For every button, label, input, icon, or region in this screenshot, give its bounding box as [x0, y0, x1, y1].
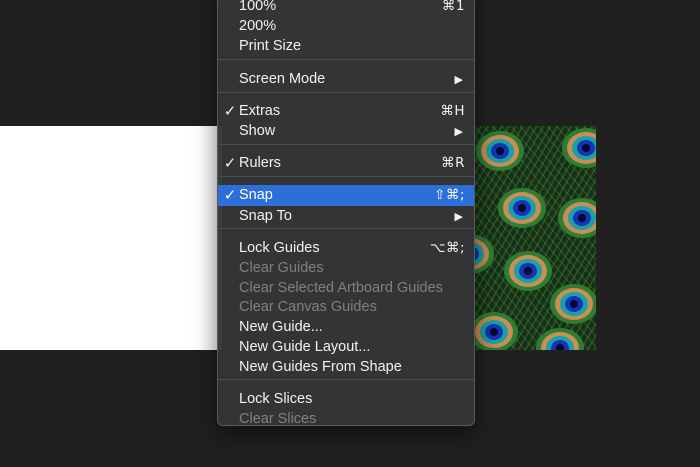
menu-item-snap-to[interactable]: Snap To ▶ [218, 206, 474, 226]
keyboard-shortcut: ⌥⌘; [429, 240, 465, 256]
submenu-arrow-icon: ▶ [454, 125, 463, 138]
menu-separator [218, 228, 474, 229]
feather-eye [518, 204, 526, 212]
menu-item-100[interactable]: 100% ⌘1 [218, 0, 474, 16]
view-menu-dropdown: 100% ⌘1 200% Print Size Screen Mode ▶ ✓ Extras ⌘… [217, 0, 475, 429]
peacock-feathers-image[interactable] [474, 126, 596, 350]
menu-item-label: Rulers [239, 155, 281, 171]
menu-item-label: Snap [239, 187, 273, 203]
menu-item-clear-slices: Clear Slices [218, 409, 474, 429]
menu-item-label: Screen Mode [239, 71, 326, 87]
checkmark-icon: ✓ [223, 102, 237, 120]
menu-item-label: 200% [239, 18, 277, 34]
keyboard-shortcut: ⌘R [441, 155, 465, 171]
menu-item-label: New Guide Layout... [239, 339, 371, 355]
menu-item-label: Print Size [239, 38, 302, 54]
menu-item-new-guide-layout[interactable]: New Guide Layout... [218, 337, 474, 357]
menu-item-label: Clear Slices [239, 411, 317, 427]
feather-eye [570, 300, 578, 308]
menu-item-label: Extras [239, 103, 281, 119]
menu-separator [218, 59, 474, 60]
menu-item-screen-mode[interactable]: Screen Mode ▶ [218, 69, 474, 89]
menu-item-200[interactable]: 200% [218, 16, 474, 36]
menu-item-label: Clear Guides [239, 260, 324, 276]
feather-eye [578, 214, 586, 222]
menu-item-clear-canvas-guides: Clear Canvas Guides [218, 297, 474, 317]
menu-item-clear-guides: Clear Guides [218, 258, 474, 278]
menu-item-print-size[interactable]: Print Size [218, 36, 474, 56]
submenu-arrow-icon: ▶ [454, 210, 463, 223]
menu-item-lock-guides[interactable]: Lock Guides ⌥⌘; [218, 238, 474, 258]
menu-item-label: New Guides From Shape [239, 359, 402, 375]
feather-eye [524, 267, 532, 275]
menu-item-label: Snap To [239, 208, 292, 224]
checkmark-icon: ✓ [223, 154, 237, 172]
menu-item-clear-selected-artboard-guides: Clear Selected Artboard Guides [218, 278, 474, 298]
menu-item-label: New Guide... [239, 319, 323, 335]
menu-item-label: Clear Canvas Guides [239, 299, 377, 315]
menu-item-label: Show [239, 123, 276, 139]
menu-item-new-guide[interactable]: New Guide... [218, 317, 474, 337]
keyboard-shortcut: ⌘H [440, 103, 465, 119]
document-canvas[interactable] [0, 126, 222, 350]
menu-item-snap[interactable]: ✓ Snap ⇧⌘; [218, 185, 474, 206]
menu-item-label: Lock Guides [239, 240, 320, 256]
keyboard-shortcut: ⇧⌘; [434, 187, 465, 203]
menu-item-rulers[interactable]: ✓ Rulers ⌘R [218, 153, 474, 173]
feather-eye [496, 147, 504, 155]
menu-item-new-guides-from-shape[interactable]: New Guides From Shape [218, 357, 474, 377]
peacock-feathers-graphic [474, 126, 596, 350]
keyboard-shortcut: ⌘1 [441, 0, 465, 14]
menu-item-show[interactable]: Show ▶ [218, 121, 474, 141]
feather-eye [490, 328, 498, 336]
menu-item-label: Clear Selected Artboard Guides [239, 280, 443, 296]
menu-item-label: Lock Slices [239, 391, 313, 407]
menu-item-label: 100% [239, 0, 277, 14]
menu-separator [218, 144, 474, 145]
menu-separator [218, 176, 474, 177]
checkmark-icon: ✓ [223, 186, 237, 204]
menu-item-lock-slices[interactable]: Lock Slices [218, 389, 474, 409]
feather-eye [582, 144, 590, 152]
menu-separator [218, 92, 474, 93]
submenu-arrow-icon: ▶ [454, 73, 463, 86]
menu-separator [218, 379, 474, 380]
menu-item-extras[interactable]: ✓ Extras ⌘H [218, 101, 474, 121]
